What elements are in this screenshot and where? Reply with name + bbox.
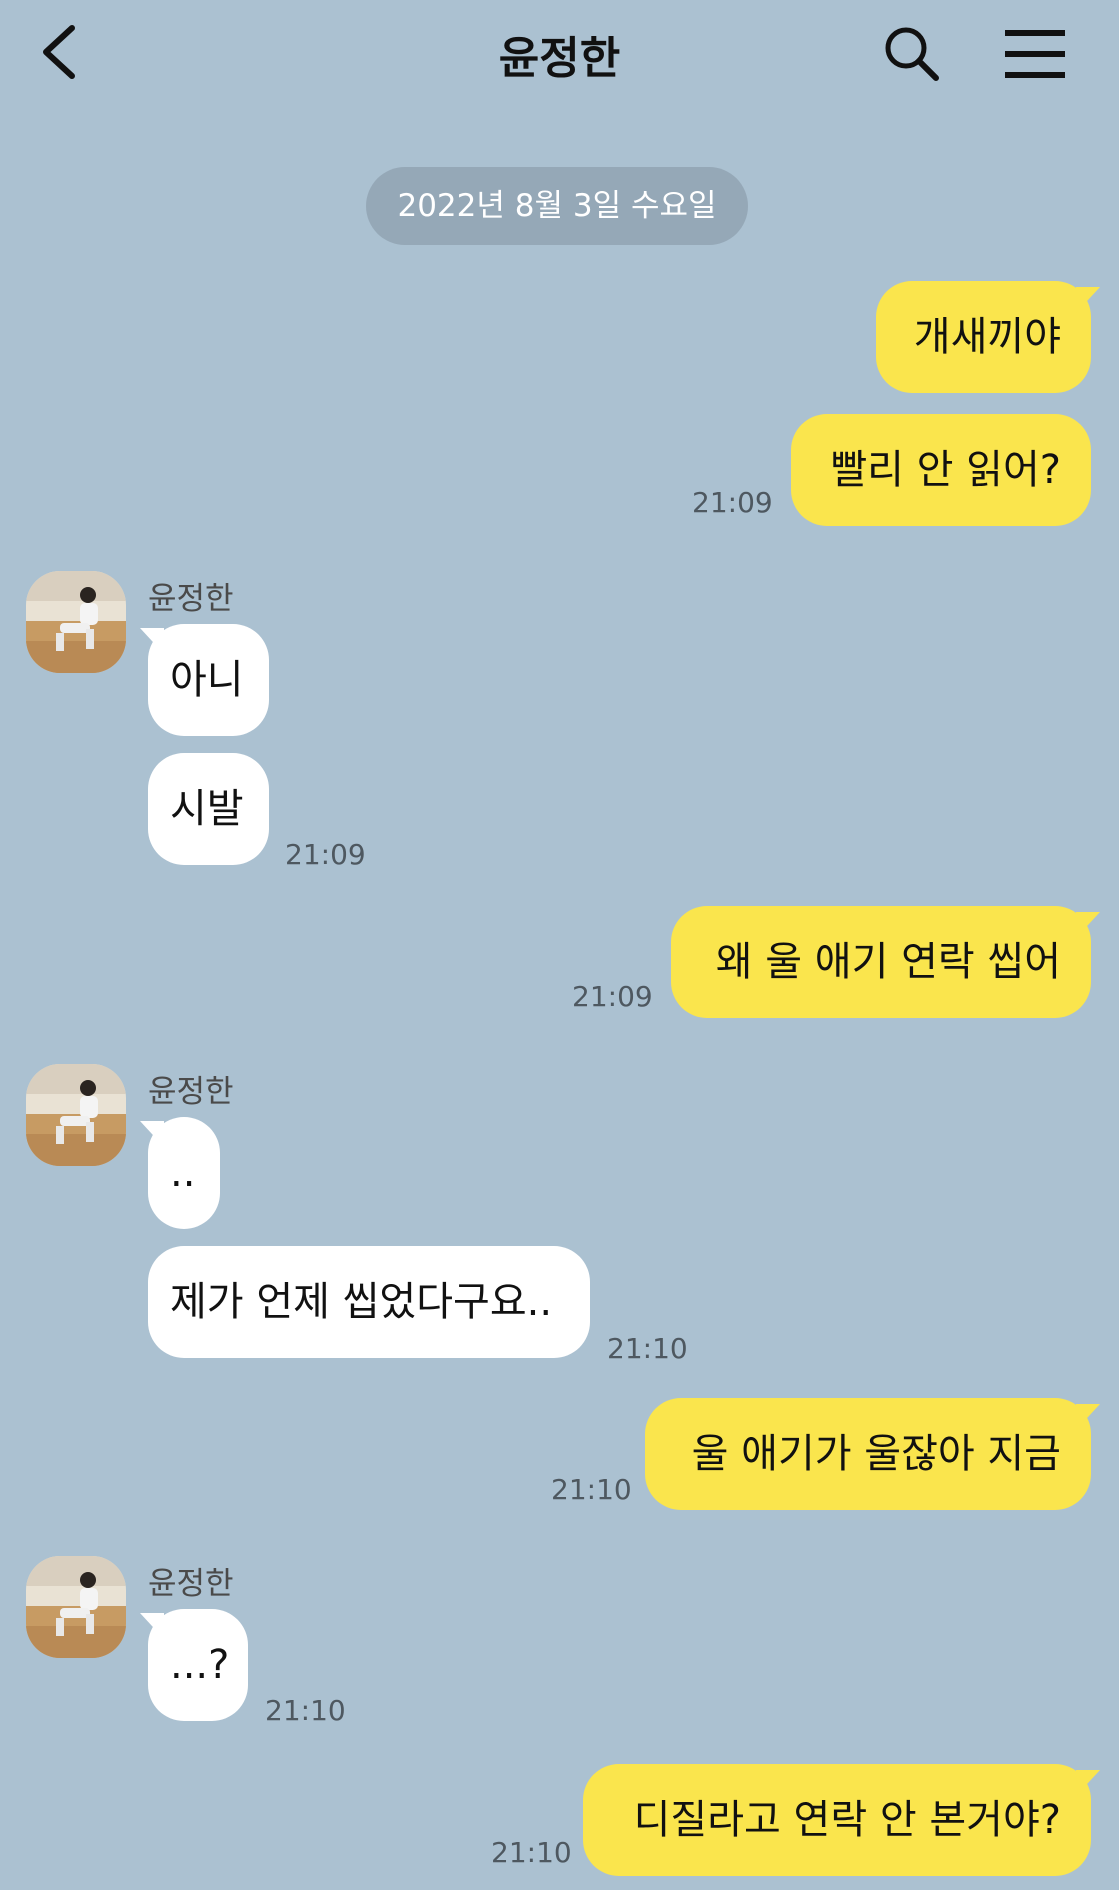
my-message-bubble[interactable]: 울 애기가 울잖아 지금: [645, 1398, 1091, 1510]
message-time: 21:09: [692, 486, 773, 519]
my-message-bubble[interactable]: 디질라고 연락 안 본거야?: [583, 1764, 1091, 1876]
their-message-bubble[interactable]: ..: [148, 1117, 220, 1229]
contact-name: 윤정한: [148, 581, 234, 617]
contact-avatar[interactable]: [26, 1064, 126, 1166]
chat-header: 윤정한: [0, 0, 1119, 110]
message-time: 21:09: [285, 838, 366, 871]
message-time: 21:10: [491, 1836, 572, 1869]
message-time: 21:09: [572, 980, 653, 1013]
contact-avatar[interactable]: [26, 1556, 126, 1658]
message-time: 21:10: [607, 1332, 688, 1365]
my-message-bubble[interactable]: 왜 울 애기 연락 씹어: [671, 906, 1091, 1018]
search-icon[interactable]: [882, 24, 942, 84]
date-divider: 2022년 8월 3일 수요일: [366, 167, 748, 245]
their-message-bubble[interactable]: 시발: [148, 753, 269, 865]
chat-title: 윤정한: [498, 33, 621, 84]
contact-name: 윤정한: [148, 1566, 234, 1602]
their-message-bubble[interactable]: 제가 언제 씹었다구요..: [148, 1246, 590, 1358]
my-message-bubble[interactable]: 빨리 안 읽어?: [791, 414, 1091, 526]
their-message-bubble[interactable]: ...?: [148, 1609, 248, 1721]
their-message-bubble[interactable]: 아니: [148, 624, 269, 736]
message-time: 21:10: [551, 1473, 632, 1506]
contact-avatar[interactable]: [26, 571, 126, 673]
my-message-bubble[interactable]: 개새끼야: [876, 281, 1091, 393]
menu-icon[interactable]: [1002, 28, 1068, 80]
message-time: 21:10: [265, 1694, 346, 1727]
contact-name: 윤정한: [148, 1074, 234, 1110]
